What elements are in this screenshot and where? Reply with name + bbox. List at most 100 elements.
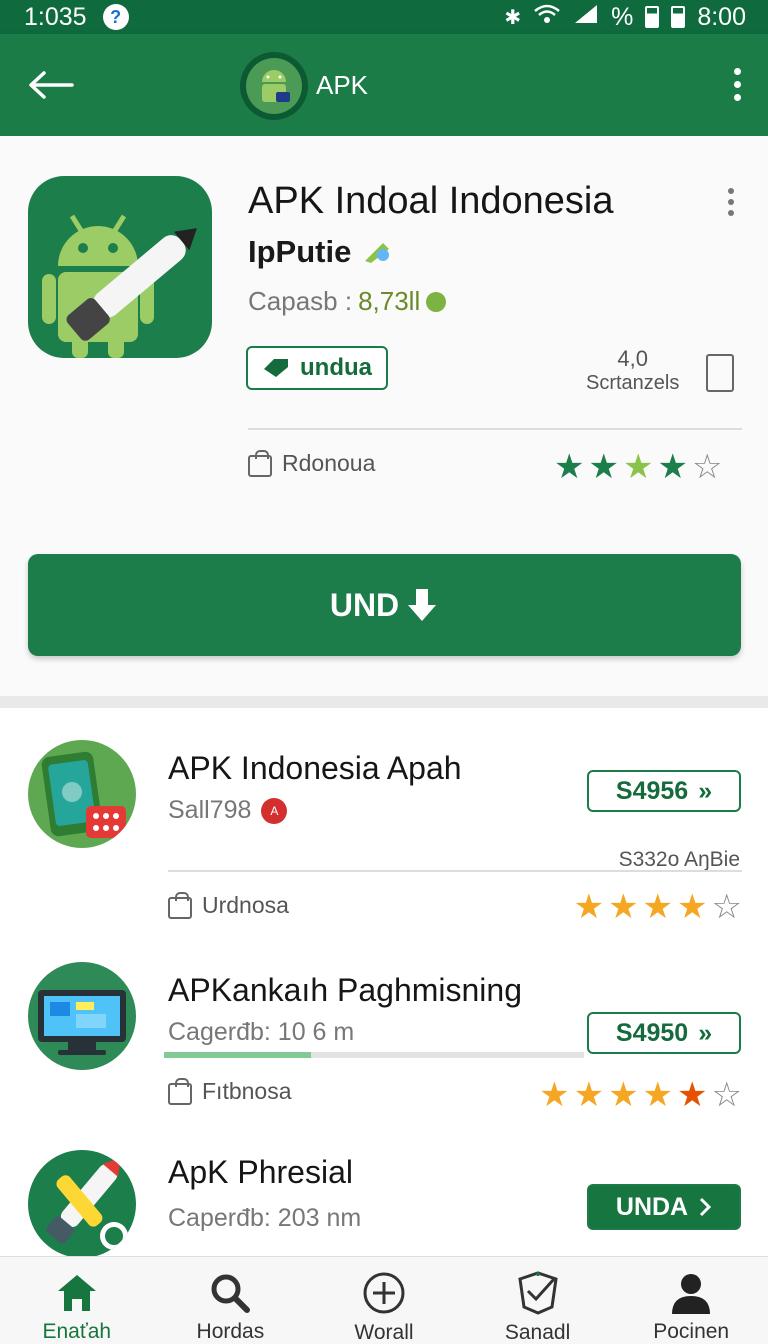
- list-item-subtitle: Cagerđb: 10 6 m: [168, 1018, 354, 1047]
- back-button[interactable]: [28, 61, 76, 109]
- divider: [168, 870, 742, 872]
- category-label: Fıtbnosa: [202, 1078, 292, 1104]
- tag-chip[interactable]: undua: [246, 346, 388, 390]
- price-button[interactable]: S4950 »: [587, 1012, 741, 1054]
- featured-app-stars: ★ ★ ★ ★ ☆: [554, 450, 722, 484]
- tag-chip-label: undua: [300, 354, 372, 381]
- double-chevron-right-icon: »: [698, 1018, 713, 1047]
- category-label: Urdnosa: [202, 892, 289, 918]
- star-filled-icon: ★: [657, 448, 688, 486]
- person-icon: [670, 1271, 712, 1314]
- battery-icon-2: [671, 6, 686, 28]
- arrow-left-icon: [29, 71, 74, 99]
- star-filled-icon: ★: [677, 888, 708, 926]
- rating-label: Scrtanzels: [586, 372, 680, 394]
- nav-label: Hordas: [196, 1320, 265, 1343]
- leaf-icon: [426, 291, 447, 312]
- app-bar: APK: [0, 34, 768, 136]
- monitor-app-icon: [28, 962, 136, 1070]
- list-item-meta: S332o AŋBie: [618, 848, 740, 871]
- battery-percent: %: [611, 2, 634, 31]
- more-vert-icon: [733, 68, 741, 75]
- list-item-subtitle: Sall798 A: [168, 796, 288, 825]
- help-icon: ?: [102, 4, 129, 30]
- featured-app-category: Rdonoua: [248, 449, 376, 477]
- add-circle-icon: [362, 1271, 406, 1315]
- bookmark-icon[interactable]: [706, 354, 734, 392]
- nav-label: Enaťah: [42, 1320, 112, 1343]
- star-filled-icon: ★: [573, 1076, 605, 1114]
- rating-summary: 4,0 Scrtanzels: [586, 346, 679, 395]
- nav-item-profile[interactable]: Pocinen: [614, 1257, 768, 1344]
- wifi-icon: [533, 3, 561, 31]
- size-value: 8,73ll: [358, 286, 421, 316]
- star-filled-icon: ★: [642, 888, 674, 926]
- android-icon: [262, 70, 290, 102]
- download-icon: [408, 589, 437, 621]
- double-chevron-right-icon: »: [698, 776, 713, 805]
- nav-item-search[interactable]: Hordas: [154, 1257, 308, 1344]
- category-label: Rdonoua: [282, 450, 376, 476]
- download-progress-bar: [164, 1052, 584, 1058]
- nav-item-add[interactable]: Worall: [307, 1257, 461, 1344]
- chevron-right-icon: [700, 1197, 712, 1217]
- size-label: Capasb :: [248, 286, 353, 316]
- get-button-label: UNDA: [615, 1192, 689, 1221]
- adobe-badge-icon: A: [261, 797, 288, 824]
- install-button-label: UND: [329, 586, 400, 623]
- battery-icon: [645, 6, 660, 28]
- nav-label: Pocinen: [653, 1320, 730, 1343]
- tools-app-icon: [28, 1150, 136, 1258]
- star-filled-icon: ★: [573, 888, 605, 926]
- shopping-bag-icon: [248, 449, 272, 477]
- nav-item-home[interactable]: Enaťah: [0, 1257, 154, 1344]
- bottom-navigation: Enaťah Hordas Worall Sanadl Pocinen: [0, 1256, 768, 1344]
- star-empty-icon: ☆: [691, 448, 723, 486]
- featured-app-title: APK Indoal Indonesia: [248, 180, 614, 222]
- featured-app-subtitle: IpPutie: [248, 234, 393, 270]
- list-item-title: ApK Phresial: [168, 1154, 353, 1190]
- star-filled-icon: ★: [642, 1076, 674, 1114]
- bluetooth-icon: ✱: [504, 6, 522, 29]
- star-filled-icon: ★: [608, 888, 639, 926]
- tag-icon: [264, 359, 288, 377]
- shield-check-icon: [516, 1271, 560, 1315]
- install-button[interactable]: UND: [28, 554, 741, 656]
- star-filled-icon: ★: [588, 448, 619, 486]
- list-item-stars: ★ ★ ★ ★ ☆: [574, 890, 742, 924]
- nav-label: Sanadl: [504, 1321, 571, 1344]
- list-item-size: Cagerđb: 10 6 m: [168, 1018, 355, 1046]
- featured-app-card: APK Indoal Indonesia IpPutie Capasb : 8,…: [0, 136, 768, 696]
- price-label: S4950: [615, 1018, 689, 1047]
- status-clock: 8:00: [697, 2, 746, 31]
- get-button[interactable]: UNDA: [587, 1184, 741, 1230]
- list-item-subtitle: Caperđb: 203 nm: [168, 1204, 361, 1233]
- phone-app-icon: [28, 740, 136, 848]
- list-item-category: Fıtbnosa: [168, 1077, 292, 1105]
- list-item-category: Urdnosa: [168, 891, 289, 919]
- star-empty-icon: ☆: [711, 1076, 742, 1114]
- menu-dot: [728, 199, 734, 205]
- app-bar-title: APK: [316, 70, 369, 100]
- download-progress-fill: [164, 1052, 311, 1058]
- star-filled-icon: ★: [622, 448, 654, 486]
- featured-app-icon: [28, 176, 212, 358]
- search-icon: [209, 1271, 251, 1314]
- list-item-size: Caperđb: 203 nm: [168, 1204, 362, 1232]
- star-filled-icon: ★: [677, 1076, 708, 1114]
- status-bar: 1:035 ? ✱ % 8:00: [0, 0, 768, 34]
- section-separator: [0, 696, 768, 708]
- divider: [248, 428, 742, 430]
- star-empty-icon: ☆: [711, 888, 742, 926]
- shopping-bag-icon: [168, 891, 192, 919]
- app-logo: [240, 52, 308, 120]
- more-vert-icon: [728, 188, 734, 194]
- featured-app-developer: IpPutie: [248, 234, 352, 269]
- featured-app-more-button[interactable]: [728, 188, 734, 216]
- nav-item-library[interactable]: Sanadl: [461, 1257, 615, 1344]
- overflow-menu-button[interactable]: [732, 68, 742, 101]
- home-icon: [56, 1271, 98, 1314]
- nav-label: Worall: [354, 1321, 414, 1344]
- price-label: S4956: [615, 776, 689, 805]
- price-button[interactable]: S4956 »: [587, 770, 741, 812]
